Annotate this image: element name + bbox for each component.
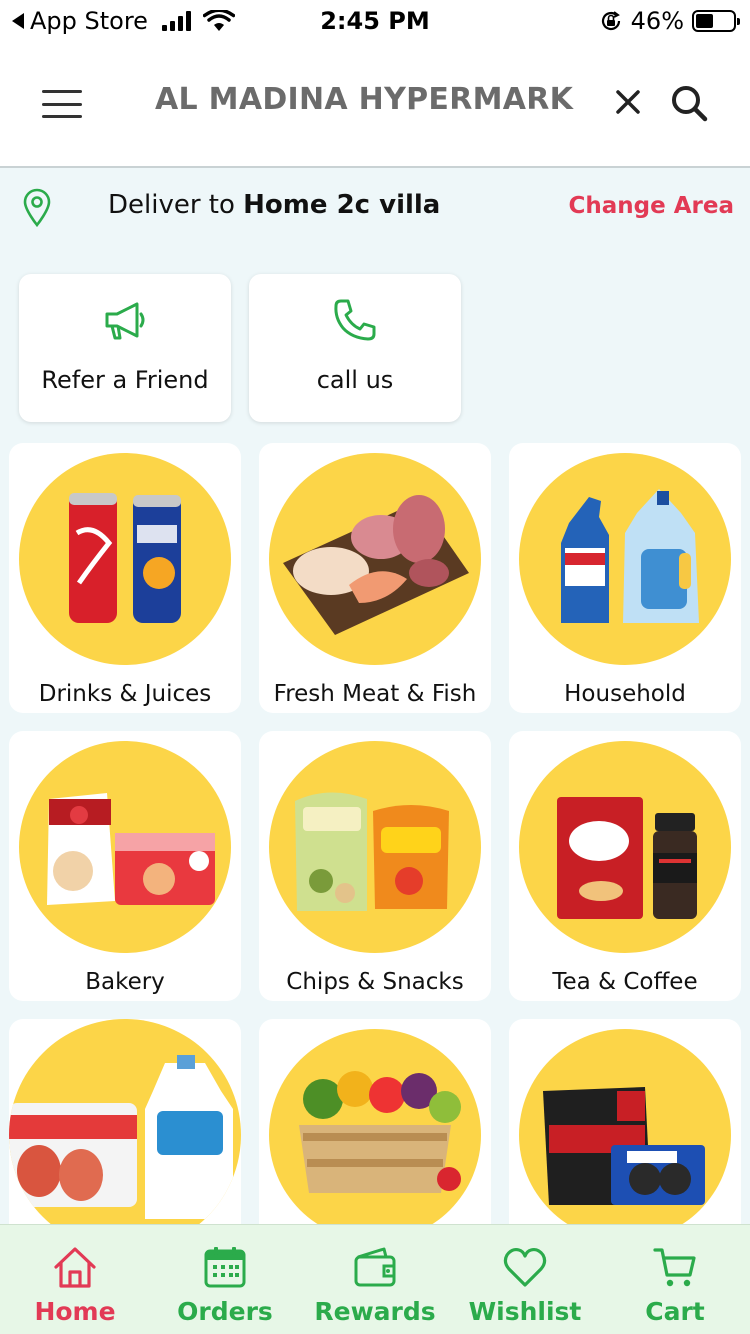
nav-cart[interactable]: Cart	[600, 1225, 750, 1334]
refer-friend-card[interactable]: Refer a Friend	[19, 274, 231, 422]
bakery-image	[19, 741, 231, 953]
call-us-label: call us	[316, 366, 394, 394]
household-image	[519, 453, 731, 665]
category-fresh-meat-fish[interactable]: Fresh Meat & Fish	[259, 443, 491, 713]
chips-snacks-image	[269, 741, 481, 953]
nav-wishlist[interactable]: Wishlist	[450, 1225, 600, 1334]
tea-coffee-image	[519, 741, 731, 953]
delivery-prefix: Deliver to	[108, 190, 244, 220]
fruits-vegetables-image	[269, 1029, 481, 1241]
cart-icon	[653, 1248, 696, 1287]
status-bar: App Store 2:45 PM 46%	[0, 0, 750, 42]
sweets-image	[519, 1029, 731, 1241]
phone-icon	[334, 299, 376, 341]
calendar-icon	[204, 1247, 246, 1288]
category-tea-coffee[interactable]: Tea & Coffee	[509, 731, 741, 1001]
meat-fish-image	[269, 453, 481, 665]
drinks-image	[19, 453, 231, 665]
bottom-navigation: Home Orders Rewards Wishlist Cart	[0, 1224, 750, 1334]
refer-friend-label: Refer a Friend	[41, 366, 209, 394]
home-icon	[54, 1247, 96, 1288]
category-label: Fresh Meat & Fish	[273, 681, 477, 707]
dairy-eggs-image	[9, 1019, 241, 1251]
app-header: AL MADINA HYPERMARKET...	[0, 42, 750, 168]
location-pin-icon	[23, 188, 51, 228]
app-screen: App Store 2:45 PM 46% AL MADINA HYPERMAR…	[0, 0, 750, 1334]
nav-wishlist-label: Wishlist	[468, 1297, 582, 1326]
nav-home[interactable]: Home	[0, 1225, 150, 1334]
call-us-card[interactable]: call us	[249, 274, 461, 422]
battery-percent: 46%	[630, 7, 684, 35]
category-chips-snacks[interactable]: Chips & Snacks	[259, 731, 491, 1001]
nav-rewards-label: Rewards	[314, 1297, 436, 1326]
category-drinks-juices[interactable]: Drinks & Juices	[9, 443, 241, 713]
menu-icon[interactable]	[42, 90, 82, 118]
nav-orders-label: Orders	[177, 1297, 273, 1326]
close-icon[interactable]	[610, 84, 646, 120]
delivery-row: Deliver to Home 2c villa Change Area	[0, 168, 750, 246]
nav-orders[interactable]: Orders	[150, 1225, 300, 1334]
megaphone-icon	[105, 302, 145, 340]
nav-rewards[interactable]: Rewards	[300, 1225, 450, 1334]
category-label: Bakery	[85, 969, 165, 995]
category-label: Drinks & Juices	[38, 681, 212, 707]
delivery-location: Home 2c villa	[243, 190, 441, 220]
delivery-address: Deliver to Home 2c villa	[108, 190, 440, 220]
store-title: AL MADINA HYPERMARKET...	[155, 82, 575, 117]
category-bakery[interactable]: Bakery	[9, 731, 241, 1001]
nav-home-label: Home	[34, 1297, 116, 1326]
orientation-lock-icon	[601, 11, 620, 31]
category-label: Tea & Coffee	[552, 969, 698, 995]
search-icon[interactable]	[668, 82, 710, 124]
nav-cart-label: Cart	[645, 1297, 705, 1326]
change-area-link[interactable]: Change Area	[569, 193, 734, 219]
category-label: Household	[564, 681, 686, 707]
battery-icon	[692, 10, 740, 32]
category-household[interactable]: Household	[509, 443, 741, 713]
wallet-icon	[354, 1247, 396, 1287]
heart-icon	[503, 1247, 547, 1287]
battery-level	[696, 14, 713, 28]
category-label: Chips & Snacks	[286, 969, 464, 995]
